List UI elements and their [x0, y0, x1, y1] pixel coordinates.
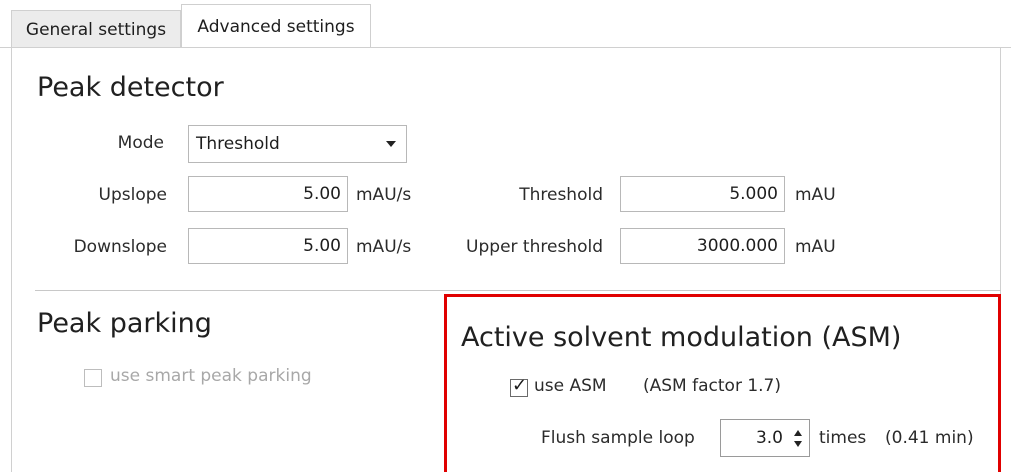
smart-peak-parking-label: use smart peak parking [110, 366, 312, 386]
upslope-unit: mAU/s [356, 185, 412, 205]
threshold-label: Threshold [519, 185, 603, 205]
mode-select-value: Threshold [196, 134, 280, 154]
chevron-down-icon[interactable] [386, 141, 396, 147]
tab-strip: General settings Advanced settings [0, 0, 1011, 49]
downslope-unit: mAU/s [356, 237, 412, 257]
mode-label: Mode [117, 133, 164, 153]
upslope-input[interactable]: 5.00 [188, 176, 348, 212]
use-asm-checkbox[interactable]: ✓ [510, 375, 528, 397]
flush-duration: (0.41 min) [885, 428, 974, 448]
asm-heading: Active solvent modulation (ASM) [461, 322, 902, 353]
smart-peak-parking-checkbox[interactable] [84, 369, 102, 387]
flush-sample-loop-label: Flush sample loop [541, 428, 695, 448]
flush-times-value: 3.0 [755, 428, 783, 448]
downslope-input[interactable]: 5.00 [188, 228, 348, 264]
section-divider [35, 290, 1001, 291]
flush-times-unit: times [819, 428, 867, 448]
tab-underline [0, 47, 1011, 48]
panel-border-left [11, 48, 12, 472]
upper-threshold-unit: mAU [795, 237, 836, 257]
peak-detector-heading: Peak detector [37, 72, 224, 103]
checkmark-icon: ✓ [512, 375, 528, 396]
upper-threshold-input[interactable]: 3000.000 [620, 228, 785, 264]
spin-up-icon[interactable] [794, 430, 802, 436]
mode-select[interactable]: Threshold [188, 125, 407, 163]
use-asm-label: use ASM [534, 376, 607, 396]
tab-general-settings[interactable]: General settings [11, 10, 181, 47]
upslope-label: Upslope [98, 185, 167, 205]
threshold-input[interactable]: 5.000 [620, 176, 785, 212]
peak-parking-heading: Peak parking [37, 308, 212, 339]
spin-down-icon[interactable] [794, 441, 802, 447]
flush-times-stepper[interactable]: 3.0 [720, 419, 810, 457]
asm-factor-text: (ASM factor 1.7) [643, 376, 782, 396]
threshold-unit: mAU [795, 185, 836, 205]
downslope-label: Downslope [73, 237, 167, 257]
upper-threshold-label: Upper threshold [466, 237, 603, 257]
tab-advanced-settings[interactable]: Advanced settings [181, 4, 371, 49]
